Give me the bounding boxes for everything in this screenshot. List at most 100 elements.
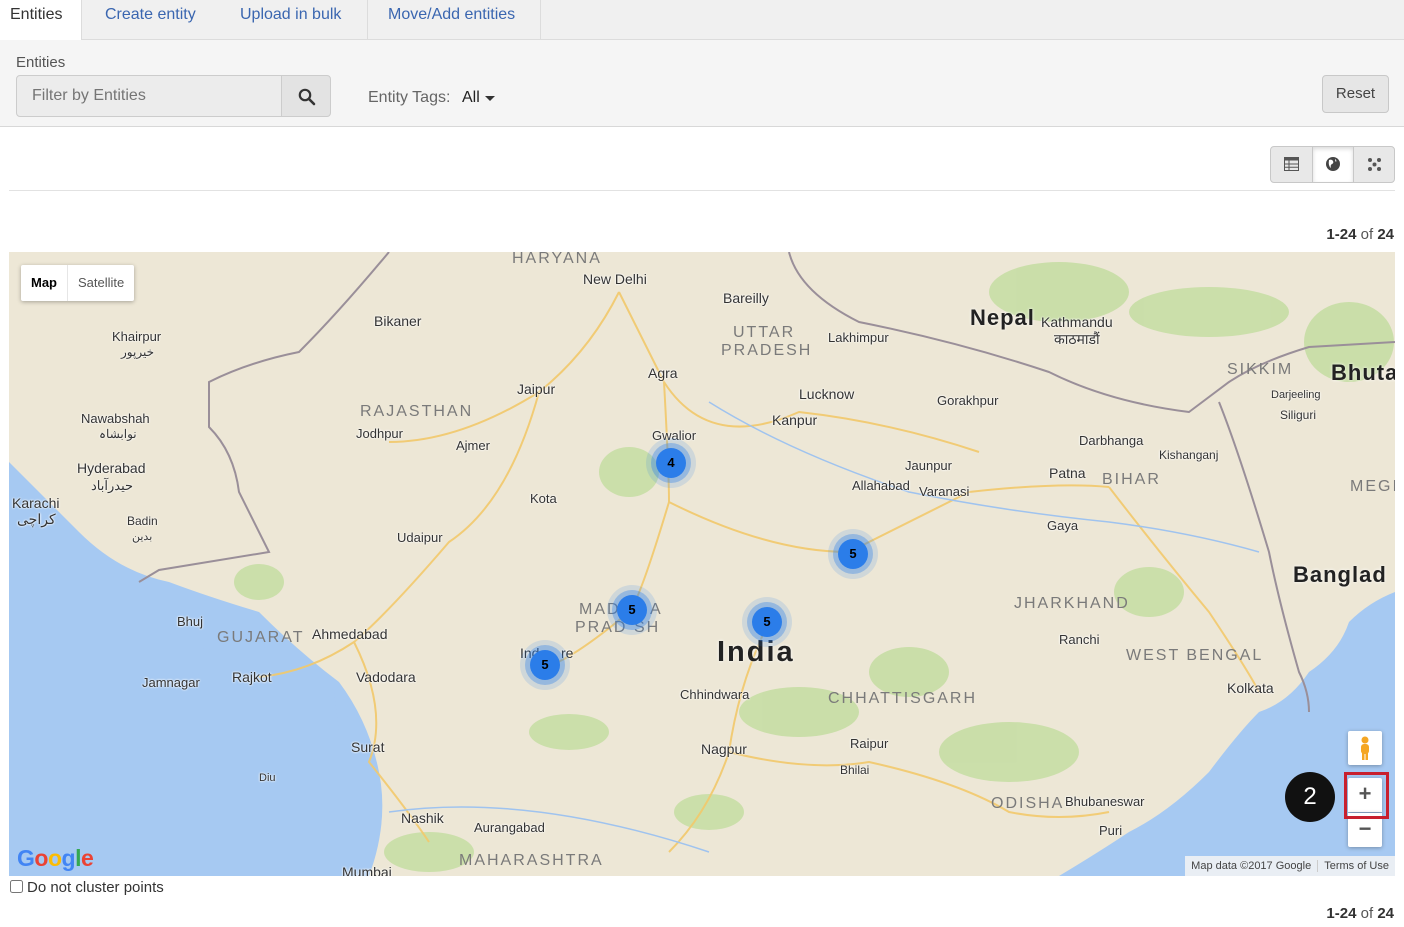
map-canvas[interactable]: Map Satellite Nepal Bhuta Banglad India H… (9, 252, 1395, 876)
place-label: Ajmer (456, 438, 490, 453)
map-type-map[interactable]: Map (21, 265, 67, 301)
filter-entities-input[interactable] (16, 75, 282, 117)
place-label: حیدرآباد (91, 478, 134, 493)
map-data-credit: Map data ©2017 Google (1191, 860, 1312, 872)
place-label: Kolkata (1227, 680, 1274, 696)
map-type-control: Map Satellite (21, 265, 135, 301)
place-label: Kanpur (772, 412, 818, 428)
place-label: Lucknow (799, 386, 855, 402)
map-attribution: Map data ©2017 Google Terms of Use (1185, 856, 1395, 876)
highlight-box (1344, 772, 1389, 819)
caret-down-icon[interactable] (485, 96, 495, 101)
table-icon (1284, 157, 1299, 171)
terms-of-use-link[interactable]: Terms of Use (1317, 860, 1395, 872)
map-view-button[interactable] (1312, 147, 1353, 182)
tab-upload-in-bulk[interactable]: Upload in bulk (230, 0, 351, 40)
reset-button[interactable]: Reset (1322, 75, 1389, 113)
place-label: Bikaner (374, 313, 422, 329)
place-label: Jaipur (517, 381, 556, 397)
tab-entities[interactable]: Entities (0, 0, 82, 41)
cluster-option: Do not cluster points (9, 879, 164, 896)
state-label: MEGI (1350, 478, 1395, 495)
place-label: Kota (530, 491, 557, 506)
state-label: JHARKHAND (1014, 595, 1130, 612)
place-label: Vadodara (356, 669, 416, 685)
country-label: Nepal (970, 305, 1035, 330)
place-label: Bhubaneswar (1065, 794, 1145, 809)
map-cluster-marker[interactable]: 5 (530, 650, 560, 680)
state-label: BIHAR (1102, 471, 1161, 488)
map-cluster-marker[interactable]: 4 (656, 448, 686, 478)
place-label: Agra (648, 365, 678, 381)
place-label: Kishanganj (1159, 448, 1219, 462)
place-label: New Delhi (583, 271, 647, 287)
pegman-icon (1361, 736, 1369, 760)
place-label: کراچی (17, 511, 56, 527)
place-label: Varanasi (919, 484, 970, 499)
place-label: Gwalior (652, 428, 697, 443)
view-switcher (1270, 146, 1395, 183)
state-label: PRADESH (721, 342, 813, 359)
place-label: Rajkot (232, 669, 272, 685)
map-cluster-marker[interactable]: 5 (617, 595, 647, 625)
state-label: RAJASTHAN (360, 403, 474, 420)
tab-move-add-entities[interactable]: Move/Add entities (378, 0, 525, 40)
map-terrain (9, 252, 1395, 876)
place-label: Allahabad (852, 478, 910, 493)
state-label: HARYANA (512, 252, 602, 267)
country-label: Bhuta (1331, 360, 1395, 385)
tab-create-entity[interactable]: Create entity (95, 0, 206, 40)
entity-tags-label: Entity Tags: (368, 89, 451, 106)
map-cluster-marker[interactable]: 5 (752, 607, 782, 637)
place-label: Puri (1099, 823, 1123, 838)
place-label: Jamnagar (142, 675, 200, 690)
step-callout-badge: 2 (1285, 772, 1335, 822)
place-label: Bhuj (177, 614, 204, 629)
place-label: Diu (259, 772, 276, 784)
state-label: CHHATTISGARH (828, 690, 978, 707)
search-button[interactable] (281, 75, 331, 117)
filter-panel: Entities Entity Tags: All Reset (0, 40, 1404, 127)
scatter-icon (1367, 158, 1381, 171)
place-label: Khairpur (112, 329, 162, 344)
place-label: Gorakhpur (937, 393, 999, 408)
state-label: WEST BENGAL (1126, 647, 1264, 664)
place-label: Nawabshah (81, 411, 150, 426)
place-label: Aurangabad (474, 820, 545, 835)
google-logo: Google (17, 845, 94, 871)
do-not-cluster-checkbox[interactable] (10, 880, 23, 893)
place-label: Jodhpur (356, 426, 403, 441)
entity-tags-dropdown[interactable]: All (462, 89, 480, 107)
state-label: GUJARAT (217, 629, 305, 646)
state-label: MAD (579, 601, 621, 618)
place-label: Gaya (1047, 518, 1079, 533)
table-view-button[interactable] (1271, 147, 1312, 182)
place-label: Surat (351, 739, 385, 755)
map-cluster-marker[interactable]: 5 (838, 539, 868, 569)
place-label: Ranchi (1059, 632, 1100, 647)
place-label: Nashik (401, 810, 444, 826)
place-label: Ahmedabad (312, 626, 388, 642)
place-label: Bareilly (723, 290, 769, 306)
pagination-summary-top: 1-24 of 24 (1326, 226, 1394, 243)
scatter-view-button[interactable] (1353, 147, 1394, 182)
place-label: Bhilai (840, 763, 870, 777)
street-view-pegman[interactable] (1348, 731, 1382, 765)
divider (9, 190, 1395, 191)
state-label: PRAD (575, 619, 628, 636)
state-label: MAHARASHTRA (459, 852, 604, 869)
place-label: Kathmandu (1041, 314, 1113, 330)
place-label: Darbhanga (1079, 433, 1144, 448)
place-label: Siliguri (1280, 408, 1317, 422)
state-label: SIKKIM (1227, 361, 1294, 378)
place-label: بدين (132, 531, 153, 543)
place-label: Karachi (12, 495, 60, 511)
country-label: India (717, 636, 795, 668)
place-label: Patna (1049, 465, 1086, 481)
state-label: ODISHA (991, 795, 1065, 812)
place-label: Badin (127, 514, 158, 528)
tab-bar: Entities Create entity Upload in bulk Mo… (0, 0, 1404, 41)
state-label: A (650, 601, 663, 618)
pagination-summary-bottom: 1-24 of 24 (1326, 905, 1394, 922)
map-type-satellite[interactable]: Satellite (67, 265, 134, 301)
